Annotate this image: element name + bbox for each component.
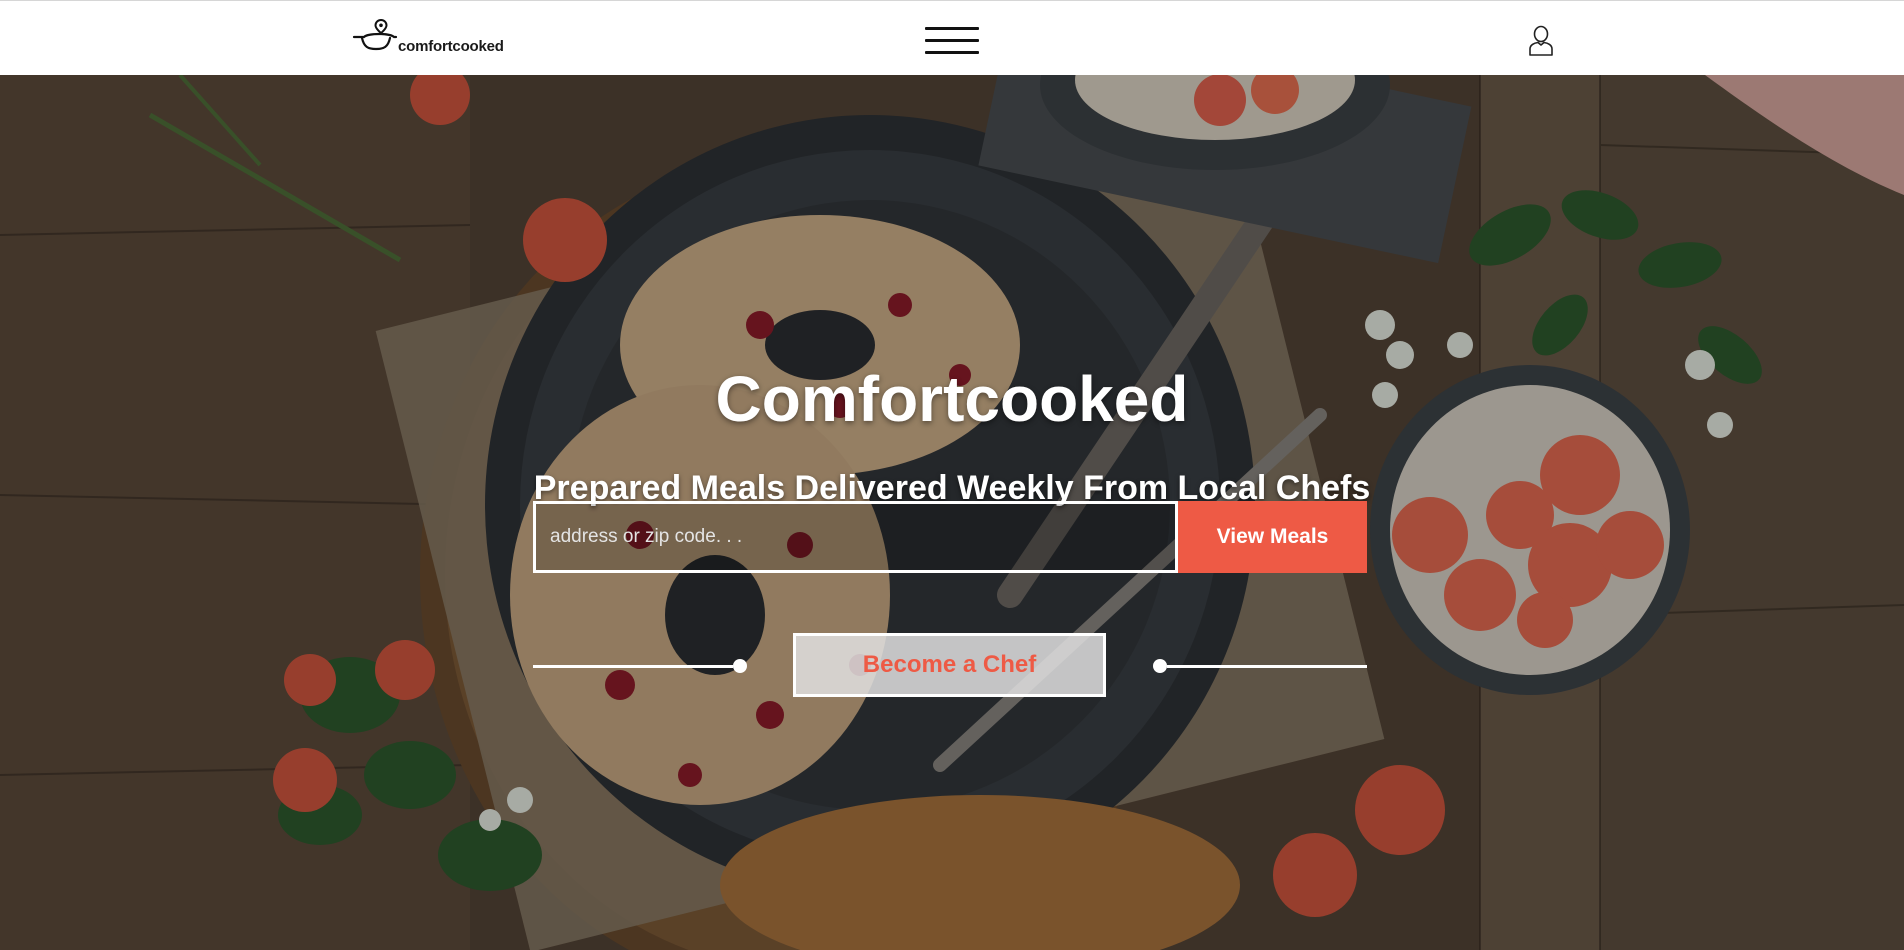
brand-logo[interactable]: comfortcooked — [350, 19, 510, 59]
account-button[interactable] — [1526, 25, 1556, 57]
hamburger-icon-bar — [925, 27, 979, 30]
hamburger-icon-bar — [925, 39, 979, 42]
left-divider-line — [533, 665, 733, 668]
hamburger-menu-button[interactable] — [925, 25, 979, 57]
become-a-chef-button[interactable]: Become a Chef — [793, 633, 1106, 697]
user-icon — [1529, 25, 1553, 56]
brand-name: comfortcooked — [398, 38, 504, 55]
become-chef-row: Become a Chef — [533, 633, 1367, 699]
hamburger-icon-bar — [925, 51, 979, 54]
meal-search-form: View Meals — [533, 501, 1367, 573]
right-divider-dot — [1153, 659, 1167, 673]
pot-with-map-pin-icon — [352, 19, 398, 51]
site-header: comfortcooked — [0, 0, 1904, 75]
hero-title: Comfortcooked — [715, 362, 1189, 435]
address-search-input[interactable] — [533, 501, 1178, 573]
right-divider-line — [1167, 665, 1367, 668]
left-divider-dot — [733, 659, 747, 673]
view-meals-button[interactable]: View Meals — [1178, 501, 1367, 573]
